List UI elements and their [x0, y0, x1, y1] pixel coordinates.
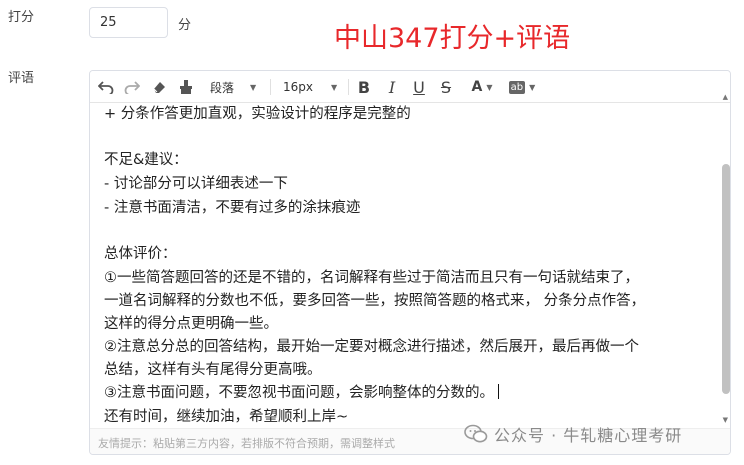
- chevron-down-icon: ▼: [486, 82, 493, 92]
- score-input[interactable]: 25: [89, 7, 168, 38]
- font-size-dropdown[interactable]: 16px ▼: [283, 77, 337, 97]
- undo-icon[interactable]: [96, 77, 116, 97]
- toolbar-divider: [348, 79, 349, 95]
- scroll-up-icon[interactable]: ▲: [723, 93, 728, 101]
- bold-button[interactable]: B: [356, 77, 372, 97]
- bg-color-button[interactable]: ab ▼: [506, 77, 538, 97]
- font-size-label: 16px: [283, 80, 313, 94]
- score-unit: 分: [178, 18, 192, 33]
- editor-toolbar: 段落 ▼ 16px ▼ B I U S A ▼ ab ▼: [90, 71, 730, 103]
- scrollbar-thumb[interactable]: [722, 164, 730, 394]
- font-color-label: A: [471, 79, 483, 95]
- underline-button[interactable]: U: [411, 77, 427, 97]
- score-label: 打分: [8, 10, 35, 25]
- content-line: 一道名词解释的分数也不低，要多回答一些，按照简答题的格式来， 分条分点作答，: [104, 293, 646, 309]
- italic-button[interactable]: I: [384, 77, 400, 97]
- chevron-down-icon: ▼: [250, 82, 257, 92]
- comment-label: 评语: [8, 71, 35, 86]
- eraser-icon[interactable]: [149, 77, 169, 97]
- content-line: 不足&建议：: [104, 152, 188, 168]
- content-line: ②注意总分总的回答结构，最开始一定要对概念进行描述，然后展开，最后再做一个: [104, 339, 639, 355]
- comment-editor: 段落 ▼ 16px ▼ B I U S A ▼ ab ▼ + 分条作答更加直观，…: [89, 70, 731, 455]
- redo-icon[interactable]: [122, 77, 142, 97]
- content-line: ①一些简答题回答的还是不错的，名词解释有些过于简洁而且只有一句话就结束了，: [104, 270, 639, 286]
- strikethrough-button[interactable]: S: [438, 77, 454, 97]
- content-line: 这样的得分点更明确一些。: [104, 316, 278, 332]
- bg-color-label: ab: [508, 80, 526, 94]
- watermark-text: 公众号 · 牛轧糖心理考研: [494, 426, 683, 445]
- content-line: 还有时间，继续加油，希望顺利上岸~: [104, 409, 349, 425]
- content-line: - 注意书面清洁，不要有过多的涂抹痕迹: [104, 200, 361, 216]
- content-line: 总结，这样有头有尾得分更高哦。: [104, 362, 322, 378]
- format-painter-icon[interactable]: [176, 77, 196, 97]
- paragraph-label: 段落: [210, 80, 235, 95]
- scroll-down-icon[interactable]: ▼: [723, 416, 728, 424]
- paragraph-dropdown[interactable]: 段落 ▼: [210, 77, 256, 97]
- chevron-down-icon: ▼: [331, 82, 338, 92]
- content-line: ③注意书面问题，不要忽视书面问题，会影响整体的分数的。: [104, 385, 494, 401]
- editor-content[interactable]: + 分条作答更加直观，实验设计的程序是完整的 不足&建议： - 讨论部分可以详细…: [90, 104, 730, 428]
- chevron-down-icon: ▼: [529, 82, 536, 92]
- overlay-title: 中山347打分+评语: [334, 23, 571, 54]
- wechat-icon: [464, 424, 488, 443]
- content-line-with-caret: ③注意书面问题，不要忽视书面问题，会影响整体的分数的。: [104, 381, 499, 402]
- toolbar-divider: [270, 79, 271, 95]
- watermark: 公众号 · 牛轧糖心理考研: [464, 422, 682, 446]
- content-line: 总体评价：: [104, 246, 177, 262]
- content-line: + 分条作答更加直观，实验设计的程序是完整的: [104, 106, 411, 122]
- content-line: - 讨论部分可以详细表述一下: [104, 176, 288, 192]
- text-cursor: [498, 384, 499, 399]
- font-color-button[interactable]: A ▼: [467, 77, 497, 97]
